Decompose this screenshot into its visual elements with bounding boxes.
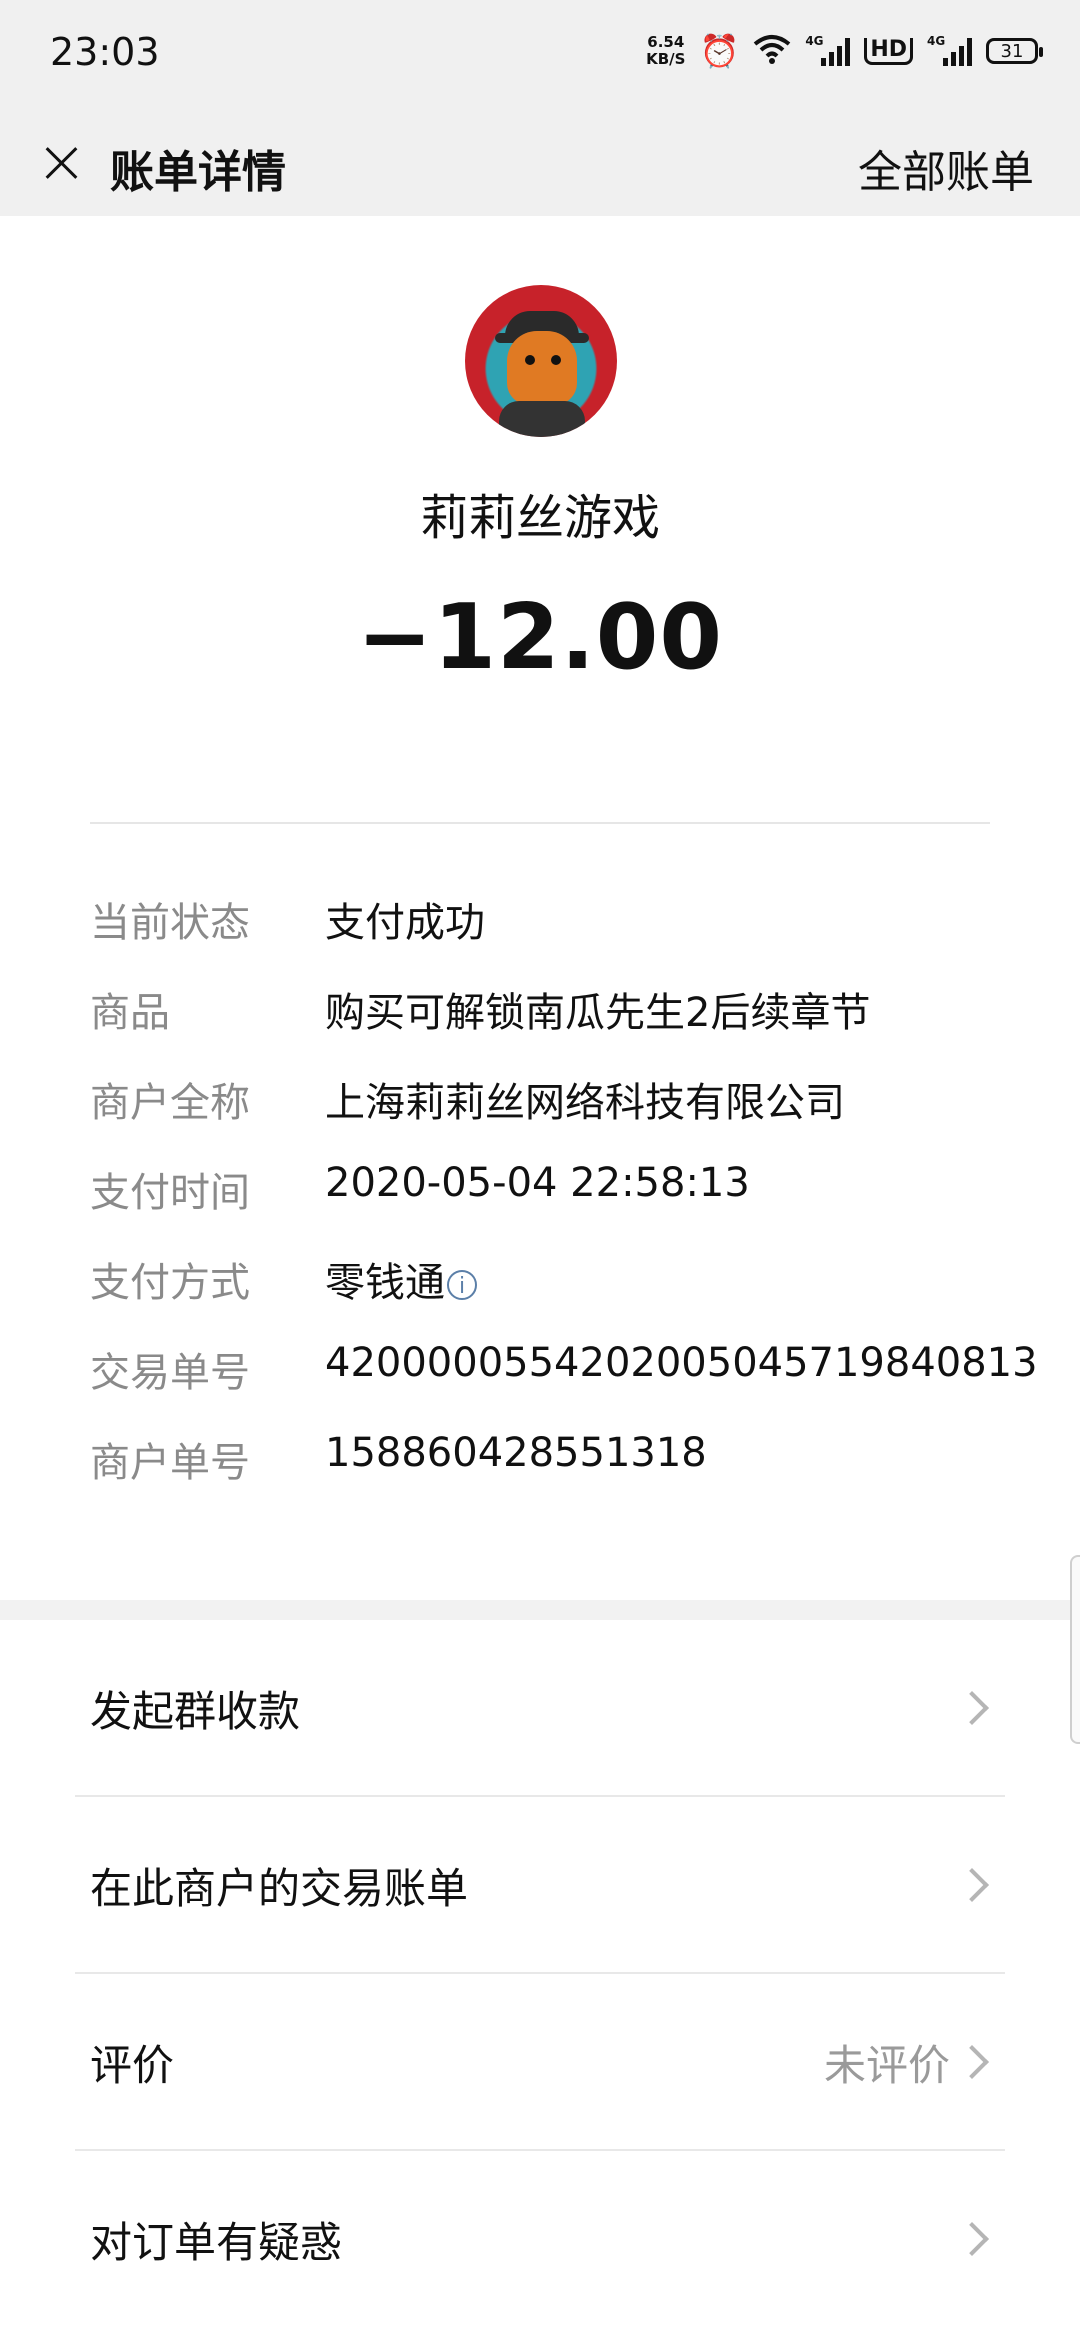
- detail-label: 支付时间: [90, 1170, 250, 1216]
- scroll-handle[interactable]: [1070, 1555, 1080, 1744]
- alarm-icon: ⏰: [699, 32, 740, 70]
- all-bills-link[interactable]: 全部账单: [858, 136, 1034, 200]
- detail-value: 购买可解锁南瓜先生2后续章节: [325, 990, 871, 1036]
- status-bar: 23:03 6.54 KB/S ⏰ 4G HD 4G 31: [0, 0, 1080, 108]
- detail-value: 零钱通: [325, 1260, 445, 1306]
- menu-item-group-collect[interactable]: 发起群收款: [0, 1620, 1080, 1797]
- merchant-avatar: [465, 285, 617, 437]
- network-speed-unit: KB/S: [646, 50, 686, 68]
- app-header: 账单详情 全部账单: [0, 108, 1080, 216]
- review-status: 未评价: [823, 2041, 950, 2090]
- merchant-name: 莉莉丝游戏: [419, 490, 660, 546]
- bill-details: 当前状态 支付成功 商品 购买可解锁南瓜先生2后续章节 商户全称 上海莉莉丝网络…: [90, 890, 1040, 1520]
- detail-value: 2020-05-04 22:58:13: [325, 1160, 750, 1206]
- detail-row-product: 商品 购买可解锁南瓜先生2后续章节: [90, 980, 1040, 1070]
- detail-row-payment-method: 支付方式 零钱通 i: [90, 1250, 1040, 1340]
- info-icon[interactable]: i: [447, 1270, 477, 1300]
- detail-value: 支付成功: [325, 900, 485, 946]
- page-title: 账单详情: [110, 147, 286, 198]
- chevron-right-icon: [955, 1691, 989, 1725]
- menu-item-review[interactable]: 评价 未评价: [0, 1974, 1080, 2151]
- status-time: 23:03: [50, 30, 160, 74]
- chevron-right-icon: [955, 2045, 989, 2079]
- section-gap: [0, 1600, 1080, 1620]
- detail-row-payment-time: 支付时间 2020-05-04 22:58:13: [90, 1160, 1040, 1250]
- signal-tag-2: 4G: [927, 34, 946, 48]
- action-menu: 发起群收款 在此商户的交易账单 评价 未评价 对订单有疑惑: [0, 1620, 1080, 2328]
- status-icons: 6.54 KB/S ⏰ 4G HD 4G 31: [646, 32, 1043, 70]
- menu-item-label: 在此商户的交易账单: [90, 1864, 469, 1913]
- menu-item-label: 评价: [90, 2041, 175, 2090]
- detail-row-merchant-order-no: 商户单号 158860428551318: [90, 1430, 1040, 1520]
- wifi-icon: [753, 34, 791, 68]
- divider: [90, 822, 990, 824]
- detail-row-merchant-fullname: 商户全称 上海莉莉丝网络科技有限公司: [90, 1070, 1040, 1160]
- menu-item-label: 发起群收款: [90, 1687, 301, 1736]
- network-speed-value: 6.54: [647, 33, 685, 51]
- detail-value: 158860428551318: [325, 1430, 707, 1476]
- detail-label: 支付方式: [90, 1260, 250, 1306]
- hd-icon: HD: [864, 37, 913, 65]
- chevron-right-icon: [955, 2222, 989, 2256]
- close-icon[interactable]: [30, 130, 94, 194]
- detail-label: 商品: [90, 990, 170, 1036]
- signal-4g-icon-1: 4G: [805, 34, 851, 66]
- battery-icon: 31: [986, 38, 1043, 64]
- detail-row-status: 当前状态 支付成功: [90, 890, 1040, 980]
- menu-item-order-question[interactable]: 对订单有疑惑: [0, 2151, 1080, 2328]
- detail-label: 当前状态: [90, 900, 250, 946]
- detail-row-transaction-no: 交易单号 4200000554202005045719840813: [90, 1340, 1040, 1430]
- detail-value-wrap: 零钱通 i: [325, 1250, 477, 1308]
- menu-item-merchant-bills[interactable]: 在此商户的交易账单: [0, 1797, 1080, 1974]
- signal-tag-1: 4G: [805, 34, 824, 48]
- network-speed: 6.54 KB/S: [646, 34, 685, 68]
- payment-amount: −12.00: [356, 585, 724, 690]
- chevron-right-icon: [955, 1868, 989, 1902]
- detail-value: 4200000554202005045719840813: [325, 1340, 1038, 1386]
- menu-item-label: 对订单有疑惑: [90, 2218, 343, 2267]
- detail-label: 交易单号: [90, 1350, 250, 1396]
- detail-label: 商户单号: [90, 1440, 250, 1486]
- detail-value: 上海莉莉丝网络科技有限公司: [325, 1080, 845, 1126]
- signal-4g-icon-2: 4G: [927, 34, 972, 66]
- detail-label: 商户全称: [90, 1080, 250, 1126]
